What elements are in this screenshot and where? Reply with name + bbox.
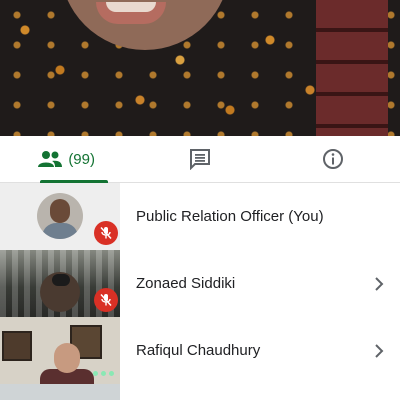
participant-thumbnail <box>0 250 120 317</box>
dot <box>101 371 106 376</box>
chat-icon <box>189 148 211 170</box>
participant-name: Public Relation Officer (You) <box>136 208 324 225</box>
participant-row-partial <box>0 384 400 400</box>
headphones <box>52 274 70 286</box>
main-video-feed[interactable] <box>0 0 400 136</box>
tab-chat[interactable] <box>133 136 266 182</box>
participant-thumbnail <box>0 384 120 400</box>
avatar-head <box>50 199 70 223</box>
participant-row[interactable]: Zonaed Siddiki <box>0 250 400 317</box>
people-count: (99) <box>68 150 95 168</box>
chevron-right-icon[interactable] <box>374 250 384 317</box>
participant-name: Zonaed Siddiki <box>136 275 236 292</box>
participant-head <box>54 343 80 373</box>
avatar-body <box>42 223 78 239</box>
avatar <box>37 193 83 239</box>
dot <box>109 371 114 376</box>
participant-thumbnail <box>0 317 120 384</box>
chevron-right-icon[interactable] <box>374 317 384 384</box>
participant-row[interactable]: Rafiqul Chaudhury <box>0 317 400 384</box>
window-blind <box>316 0 388 136</box>
speaking-indicator-icon <box>93 371 114 376</box>
mic-off-icon <box>94 221 118 245</box>
info-icon <box>322 148 344 170</box>
participant-row[interactable]: Public Relation Officer (You) <box>0 183 400 250</box>
mic-off-icon <box>94 288 118 312</box>
people-icon <box>38 150 63 168</box>
participant-thumbnail <box>0 183 120 250</box>
speaker-teeth <box>106 2 156 12</box>
tab-info[interactable] <box>267 136 400 182</box>
dot <box>93 371 98 376</box>
tab-people[interactable]: (99) <box>0 136 133 183</box>
panel-tabs: (99) <box>0 136 400 183</box>
wall-frame <box>2 331 32 361</box>
participant-name: Rafiqul Chaudhury <box>136 342 261 359</box>
participant-list: Public Relation Officer (You) Zonaed Sid… <box>0 183 400 400</box>
